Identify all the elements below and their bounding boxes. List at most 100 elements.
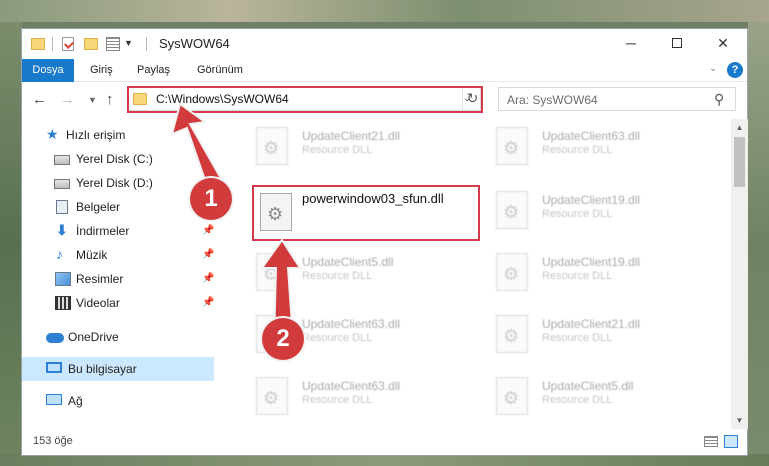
sidebar-item-onedrive[interactable]: OneDrive — [22, 325, 214, 349]
details-view-icon[interactable] — [704, 436, 718, 447]
forward-button[interactable]: → — [60, 91, 75, 108]
dll-file-icon — [496, 191, 528, 229]
address-text[interactable]: C:\Windows\SysWOW64 — [156, 92, 289, 106]
ribbon: Dosya Giriş Paylaş Görünüm ⌄ ? — [22, 59, 747, 82]
address-bar[interactable]: C:\Windows\SysWOW64 ⌄ — [127, 87, 481, 111]
chevron-down-icon[interactable]: ▼ — [124, 38, 133, 54]
sidebar-item-label: Müzik — [76, 248, 108, 262]
dll-file-icon — [496, 315, 528, 353]
file-item[interactable]: UpdateClient21.dll Resource DLL — [248, 123, 478, 171]
pin-icon[interactable]: 📌 — [202, 249, 214, 260]
file-item[interactable]: UpdateClient63.dll Resource DLL — [488, 123, 718, 171]
dll-file-icon — [496, 377, 528, 415]
maximize-icon — [672, 38, 682, 49]
folder-icon — [133, 93, 147, 105]
computer-icon — [46, 362, 62, 373]
sidebar-item-drive-c[interactable]: Yerel Disk (C:) — [22, 147, 214, 171]
tab-home[interactable]: Giriş — [82, 59, 121, 82]
file-name: UpdateClient19.dll — [542, 193, 641, 207]
sidebar-item-label: Belgeler — [76, 200, 121, 214]
file-type: Resource DLL — [542, 394, 613, 406]
pin-icon[interactable]: 📌 — [202, 273, 214, 284]
minimize-button[interactable]: ─ — [608, 29, 654, 59]
sidebar-item-downloads[interactable]: ⬇ İndirmeler 📌 — [22, 219, 214, 243]
item-count: 153 öğe — [33, 435, 73, 447]
up-button[interactable]: ↑ — [106, 91, 114, 108]
title-bar: ▼ SysWOW64 ─ ✕ — [22, 29, 747, 59]
back-button[interactable]: ← — [32, 91, 47, 108]
sidebar-item-network[interactable]: Ağ — [22, 389, 214, 413]
scrollbar-thumb[interactable] — [734, 137, 745, 187]
sidebar-item-documents[interactable]: Belgeler — [22, 195, 214, 219]
vertical-scrollbar[interactable]: ▲ ▼ — [731, 119, 748, 429]
new-folder-icon[interactable] — [84, 38, 98, 50]
help-icon[interactable]: ? — [727, 62, 743, 78]
download-icon: ⬇ — [56, 222, 68, 238]
file-item[interactable]: UpdateClient5.dll Resource DLL — [488, 373, 718, 421]
tab-share[interactable]: Paylaş — [129, 59, 178, 82]
sidebar-item-this-pc[interactable]: Bu bilgisayar — [22, 357, 214, 381]
file-item[interactable]: UpdateClient5.dll Resource DLL — [248, 249, 478, 297]
star-icon: ★ — [46, 126, 59, 142]
separator — [52, 37, 53, 51]
properties-icon[interactable] — [62, 37, 74, 51]
pin-icon[interactable]: 📌 — [202, 297, 214, 308]
file-name: UpdateClient63.dll — [302, 379, 401, 393]
sidebar-item-label: Videolar — [76, 296, 120, 310]
documents-icon — [56, 200, 68, 214]
file-type: Resource DLL — [542, 208, 613, 220]
scroll-up-icon[interactable]: ▲ — [731, 119, 748, 136]
window-title: SysWOW64 — [159, 36, 230, 51]
file-type: Resource DLL — [542, 270, 613, 282]
file-item[interactable]: UpdateClient19.dll Resource DLL — [488, 187, 718, 235]
expand-ribbon-icon[interactable]: ⌄ — [709, 63, 717, 74]
drive-icon — [54, 179, 70, 189]
file-type: Resource DLL — [542, 144, 613, 156]
sidebar-item-label: OneDrive — [68, 330, 119, 344]
maximize-button[interactable] — [654, 29, 700, 59]
sidebar-item-label: İndirmeler — [76, 224, 130, 238]
scroll-down-icon[interactable]: ▼ — [731, 412, 748, 429]
step-2-badge: 2 — [262, 318, 304, 360]
file-type: Resource DLL — [302, 270, 373, 282]
dll-file-icon — [256, 377, 288, 415]
sidebar-item-label: Resimler — [76, 272, 124, 286]
network-icon — [46, 394, 62, 405]
file-item[interactable]: UpdateClient19.dll Resource DLL — [488, 249, 718, 297]
separator — [146, 37, 147, 51]
status-bar: 153 öğe — [22, 429, 747, 455]
sidebar-item-label: Hızlı erişim — [66, 128, 126, 142]
drive-icon — [54, 155, 70, 165]
close-button[interactable]: ✕ — [700, 29, 746, 59]
recent-locations-button[interactable]: ▼ — [88, 95, 97, 105]
sidebar-item-label: Yerel Disk (C:) — [76, 152, 153, 166]
file-type: Resource DLL — [302, 394, 373, 406]
sidebar-item-label: Ağ — [68, 394, 83, 408]
dll-file-icon — [256, 253, 288, 291]
sidebar-item-music[interactable]: ♪ Müzik 📌 — [22, 243, 214, 267]
search-icon[interactable]: ⚲ — [714, 91, 724, 108]
customize-toolbar-icon[interactable] — [106, 37, 120, 51]
cloud-icon — [46, 333, 64, 343]
sidebar-item-videos[interactable]: Videolar 📌 — [22, 291, 214, 315]
desktop-background — [0, 0, 769, 22]
sidebar-item-drive-d[interactable]: Yerel Disk (D:) — [22, 171, 214, 195]
file-name: UpdateClient21.dll — [302, 129, 401, 143]
folder-icon[interactable] — [31, 38, 45, 50]
dll-file-icon — [496, 253, 528, 291]
search-placeholder: Ara: SysWOW64 — [507, 93, 598, 107]
file-type: Resource DLL — [542, 332, 613, 344]
sidebar-item-pictures[interactable]: Resimler 📌 — [22, 267, 214, 291]
file-item[interactable]: UpdateClient63.dll Resource DLL — [248, 373, 478, 421]
pin-icon[interactable]: 📌 — [202, 225, 214, 236]
tab-view[interactable]: Görünüm — [189, 59, 251, 82]
refresh-button[interactable]: ↻ — [462, 87, 482, 111]
file-type: Resource DLL — [302, 332, 373, 344]
file-item[interactable]: UpdateClient21.dll Resource DLL — [488, 311, 718, 359]
search-input[interactable]: Ara: SysWOW64 ⚲ — [498, 87, 736, 111]
navigation-bar: ← → ▼ ↑ C:\Windows\SysWOW64 ⌄ ↻ Ara: Sys… — [22, 83, 747, 117]
file-name: UpdateClient19.dll — [542, 255, 641, 269]
tab-file[interactable]: Dosya — [22, 59, 74, 82]
large-icons-view-icon[interactable] — [724, 435, 738, 448]
sidebar-item-quick-access[interactable]: ★ Hızlı erişim — [22, 123, 214, 147]
